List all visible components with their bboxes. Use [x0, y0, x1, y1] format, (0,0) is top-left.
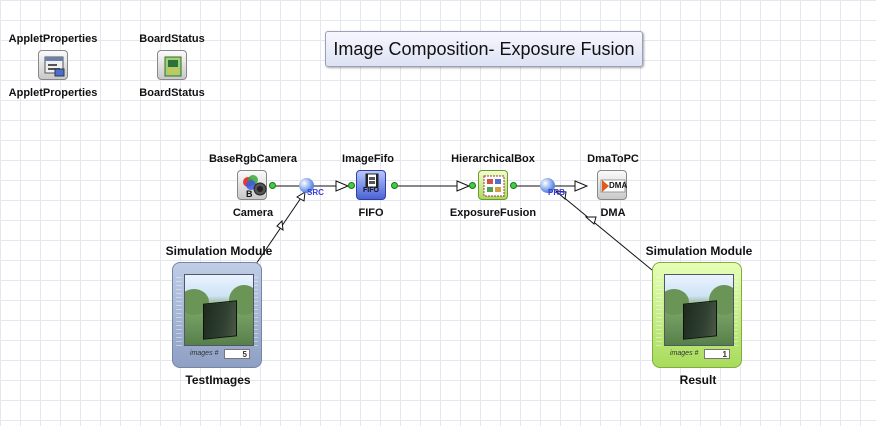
arrow-into-fifo — [335, 180, 350, 192]
test-images-simulation-module[interactable]: images # 5 — [172, 262, 262, 368]
board-status-top-label: BoardStatus — [139, 33, 205, 45]
camera-name-label: Camera — [232, 207, 274, 219]
dma-icon-text: DMA — [609, 181, 628, 190]
result-simulation-module[interactable]: images # 1 — [652, 262, 742, 368]
board-status-icon[interactable] — [157, 50, 187, 80]
arrow-into-dma — [574, 180, 589, 192]
crate-object — [683, 300, 717, 340]
crate-object — [203, 300, 237, 340]
images-count-label: images # — [670, 350, 699, 357]
test-images-preview — [184, 274, 254, 346]
camera-type-label: BaseRgbCamera — [208, 153, 298, 165]
fifo-icon-text: FIFO — [363, 187, 379, 194]
result-preview — [664, 274, 734, 346]
properties-window-icon[interactable] — [38, 50, 68, 80]
left-stripes — [176, 277, 182, 347]
test-images-counter: images # 5 — [184, 349, 252, 360]
dma-name-label: DMA — [600, 207, 626, 219]
src-tag-label: SRC — [307, 188, 324, 197]
hierarchical-box-icon[interactable] — [478, 170, 508, 200]
box-output-port[interactable] — [510, 182, 517, 189]
properties-window-glyph — [44, 56, 65, 77]
applet-properties-top-label: AppletProperties — [8, 33, 98, 45]
fifo-type-label: ImageFifo — [342, 153, 394, 165]
diagram-title[interactable]: Image Composition- Exposure Fusion — [325, 31, 643, 67]
images-count-label: images # — [190, 350, 219, 357]
design-canvas[interactable]: Image Composition- Exposure Fusion Apple… — [0, 0, 876, 426]
camera-glyph: B — [243, 175, 267, 199]
link-prb-result — [555, 190, 653, 271]
arrow-src-a — [296, 191, 306, 202]
film-fifo-glyph — [365, 173, 379, 188]
fifo-name-label: FIFO — [358, 207, 384, 219]
result-counter: images # 1 — [664, 349, 732, 360]
result-header: Simulation Module — [645, 244, 753, 258]
left-stripes — [656, 277, 662, 347]
fifo-input-port[interactable] — [348, 182, 355, 189]
test-images-header: Simulation Module — [165, 244, 273, 258]
camera-output-port[interactable] — [269, 182, 276, 189]
result-name: Result — [679, 373, 717, 387]
images-count-value[interactable]: 1 — [704, 349, 730, 359]
fifo-output-port[interactable] — [391, 182, 398, 189]
board-status-bottom-label: BoardStatus — [139, 87, 205, 99]
exposure-fusion-type-label: HierarchicalBox — [451, 153, 535, 165]
dma-icon[interactable]: DMA — [597, 170, 627, 200]
hierarchical-box-glyph — [483, 175, 505, 197]
dma-type-label: DmaToPC — [587, 153, 639, 165]
board-status-glyph — [164, 56, 182, 77]
box-input-port[interactable] — [469, 182, 476, 189]
applet-properties-bottom-label: AppletProperties — [8, 87, 98, 99]
images-count-value[interactable]: 5 — [224, 349, 250, 359]
arrow-prb-b — [584, 216, 597, 225]
arrow-into-box — [456, 180, 471, 192]
test-images-name: TestImages — [185, 373, 251, 387]
prb-tag-label: PRB — [548, 188, 565, 197]
svg-text:B: B — [246, 189, 253, 199]
film-fifo-icon[interactable]: FIFO — [356, 170, 386, 200]
camera-icon[interactable]: B — [237, 170, 267, 200]
exposure-fusion-name-label: ExposureFusion — [449, 207, 537, 219]
